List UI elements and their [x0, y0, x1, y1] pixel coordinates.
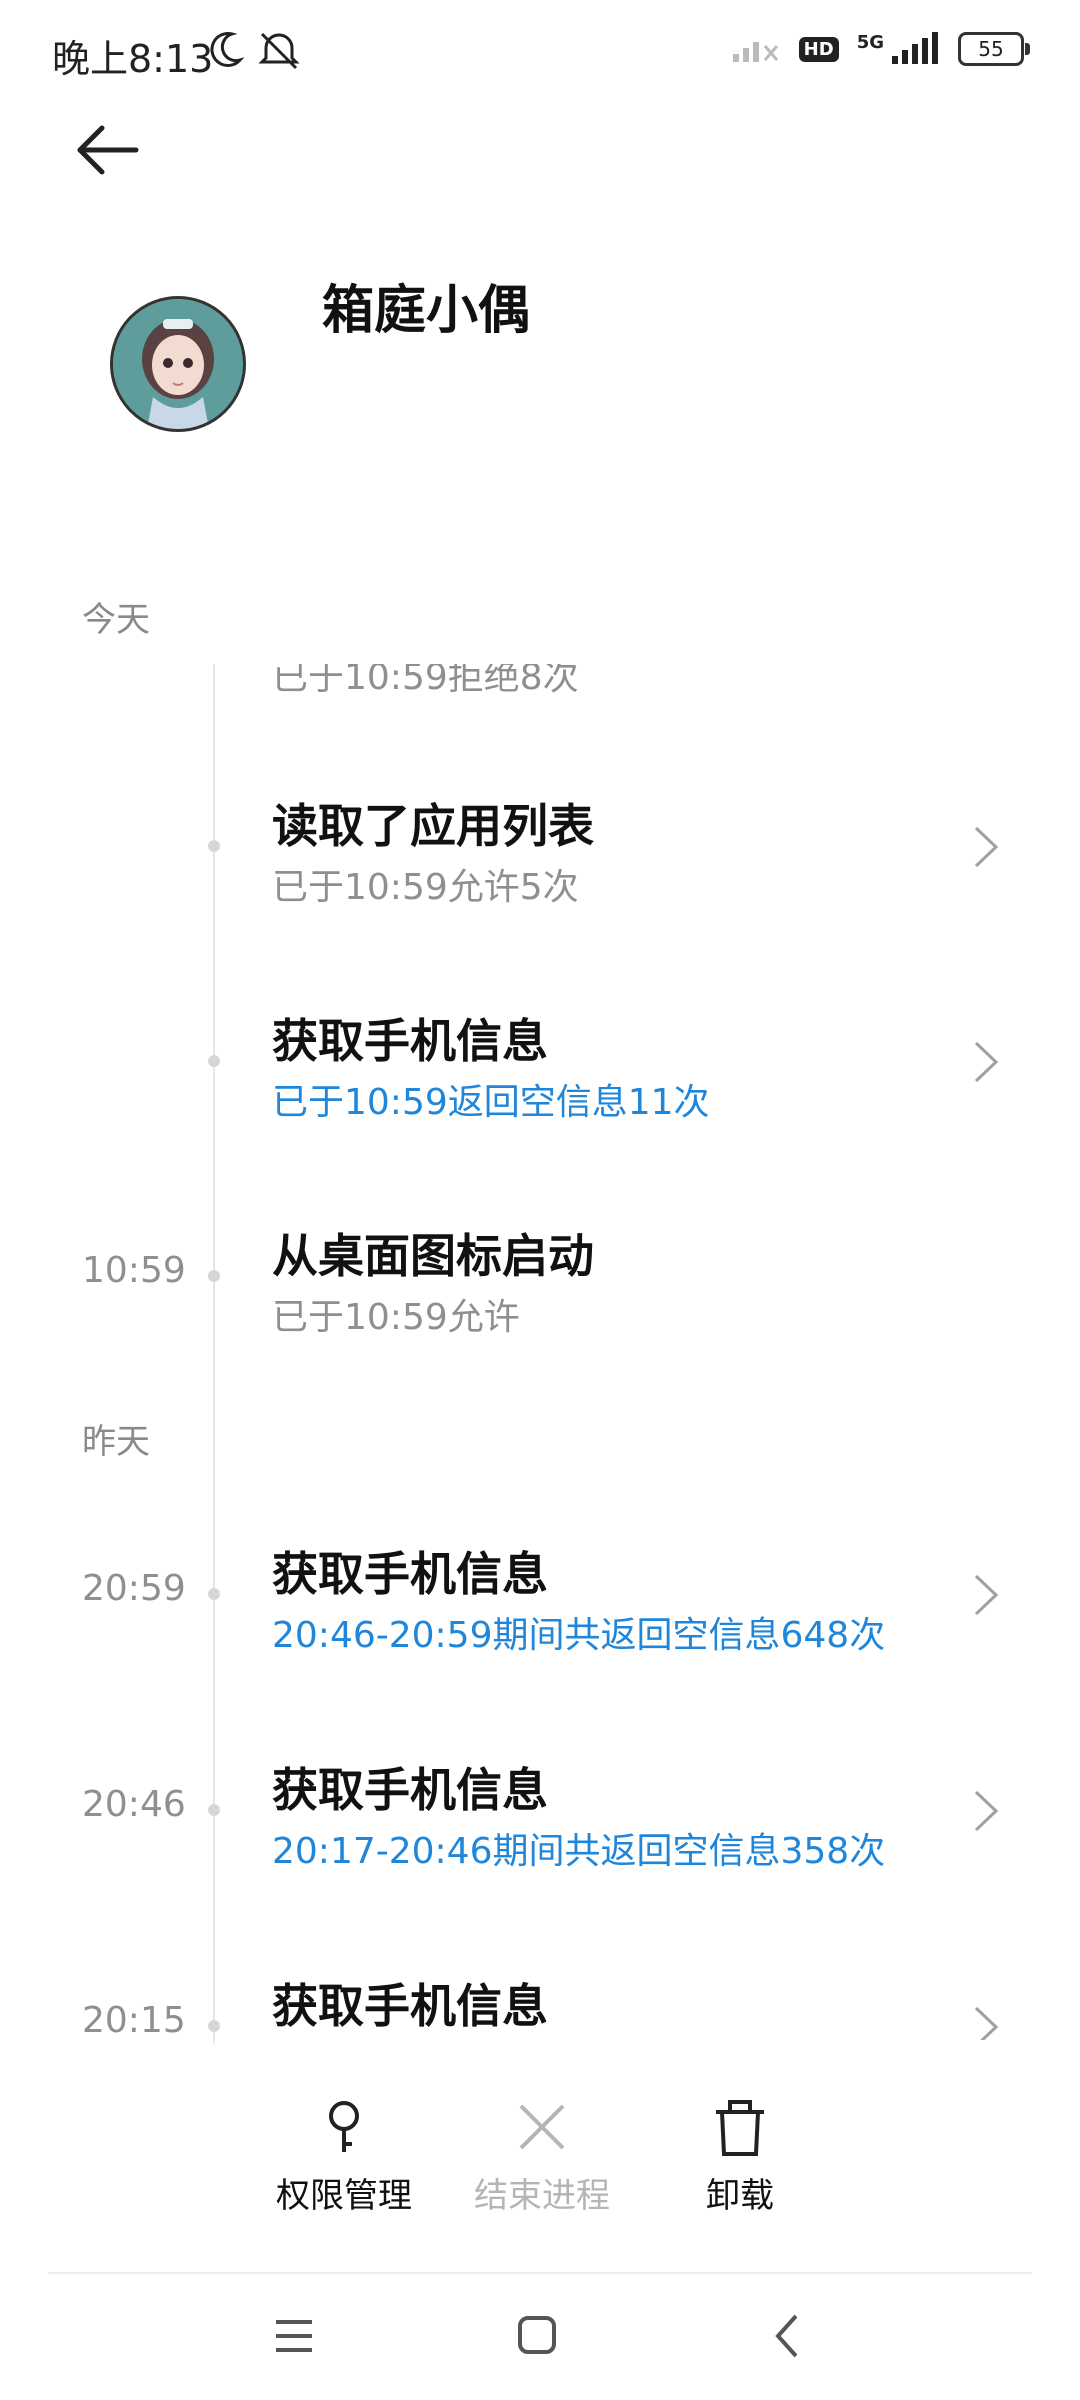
entry-title: 获取手机信息	[272, 1979, 548, 2033]
entry-time: 20:59	[82, 1568, 186, 1609]
timeline-entry[interactable]: 读取了应用列表 已于10:59允许5次	[0, 780, 1080, 910]
back-arrow-icon	[77, 125, 139, 175]
network-type-label: 5G	[856, 32, 884, 53]
nav-back-button[interactable]	[766, 2306, 810, 2366]
entry-subtitle: 20:46-20:59期间共返回空信息648次	[272, 1615, 886, 1656]
entry-time: 20:46	[82, 1784, 186, 1825]
entry-subtitle: 20:17-20:46期间共返回空信息358次	[272, 1831, 886, 1872]
battery-indicator: 55	[958, 32, 1030, 66]
nav-divider	[48, 2272, 1032, 2274]
entry-title: 获取手机信息	[272, 1547, 548, 1601]
signal-5g-icon: 5G	[857, 32, 940, 66]
chevron-right-icon	[970, 824, 1002, 870]
hd-badge: HD	[798, 36, 839, 62]
chevron-right-icon	[970, 2004, 1002, 2040]
app-name: 箱庭小偶	[322, 281, 531, 341]
timeline-entry[interactable]: 20:59 获取手机信息 20:46-20:59期间共返回空信息648次	[0, 1528, 1080, 1658]
timeline-entry[interactable]: 获取手机信息 已于10:59返回空信息11次	[0, 995, 1080, 1125]
uninstall-label: 卸载	[706, 2176, 774, 2216]
scroll-fade	[0, 2040, 1080, 2100]
end-process-button[interactable]: 结束进程	[442, 2098, 642, 2217]
do-not-disturb-moon-icon	[208, 30, 245, 74]
timeline-entry: 10:59 从桌面图标启动 已于10:59允许	[0, 1210, 1080, 1340]
signal-weak-icon	[731, 30, 781, 68]
timeline-dot	[208, 2020, 220, 2032]
entry-time: 10:59	[82, 1250, 186, 1291]
chevron-right-icon	[970, 1572, 1002, 1618]
app-icon	[110, 296, 246, 432]
timeline-dot	[208, 1588, 220, 1600]
timeline-entry-clipped: 已于10:59拒绝8次	[0, 664, 1080, 700]
status-time: 晚上8:13	[52, 37, 214, 81]
permissions-label: 权限管理	[276, 2176, 412, 2216]
menu-icon	[276, 2320, 312, 2352]
entry-title: 获取手机信息	[272, 1014, 548, 1068]
entry-subtitle: 已于10:59返回空信息11次	[272, 1082, 710, 1123]
chevron-right-icon	[970, 1788, 1002, 1834]
end-process-label: 结束进程	[474, 2176, 610, 2216]
entry-title: 从桌面图标启动	[272, 1229, 594, 1283]
entry-time: 20:15	[82, 2000, 186, 2040]
home-square-icon	[518, 2316, 556, 2354]
nav-home-button[interactable]	[516, 2306, 560, 2366]
entry-subtitle: 已于10:59拒绝8次	[272, 664, 579, 698]
timeline-dot	[208, 840, 220, 852]
uninstall-button[interactable]: 卸载	[640, 2098, 840, 2217]
timeline-dot	[208, 1055, 220, 1067]
timeline-entry[interactable]: 20:46 获取手机信息 20:17-20:46期间共返回空信息358次	[0, 1744, 1080, 1874]
close-x-icon	[442, 2098, 642, 2162]
permissions-button[interactable]: 权限管理	[244, 2098, 444, 2217]
timeline-entry[interactable]: 20:15 获取手机信息	[0, 1960, 1080, 2040]
mute-bell-icon	[256, 28, 302, 76]
back-chevron-icon	[775, 2314, 798, 2358]
timeline-dot	[208, 1804, 220, 1816]
trash-icon	[640, 2098, 840, 2162]
section-today: 今天	[82, 600, 150, 640]
nav-menu-button[interactable]	[272, 2306, 316, 2366]
section-yesterday: 昨天	[82, 1422, 150, 1462]
key-icon	[244, 2098, 444, 2162]
chevron-right-icon	[970, 1039, 1002, 1085]
entry-subtitle: 已于10:59允许	[272, 1297, 520, 1338]
back-button[interactable]	[72, 120, 162, 200]
entry-title: 读取了应用列表	[272, 799, 594, 853]
entry-subtitle: 已于10:59允许5次	[272, 867, 579, 908]
timeline-dot	[208, 1270, 220, 1282]
status-icons: HD 5G 55	[731, 30, 1030, 68]
entry-title: 获取手机信息	[272, 1763, 548, 1817]
